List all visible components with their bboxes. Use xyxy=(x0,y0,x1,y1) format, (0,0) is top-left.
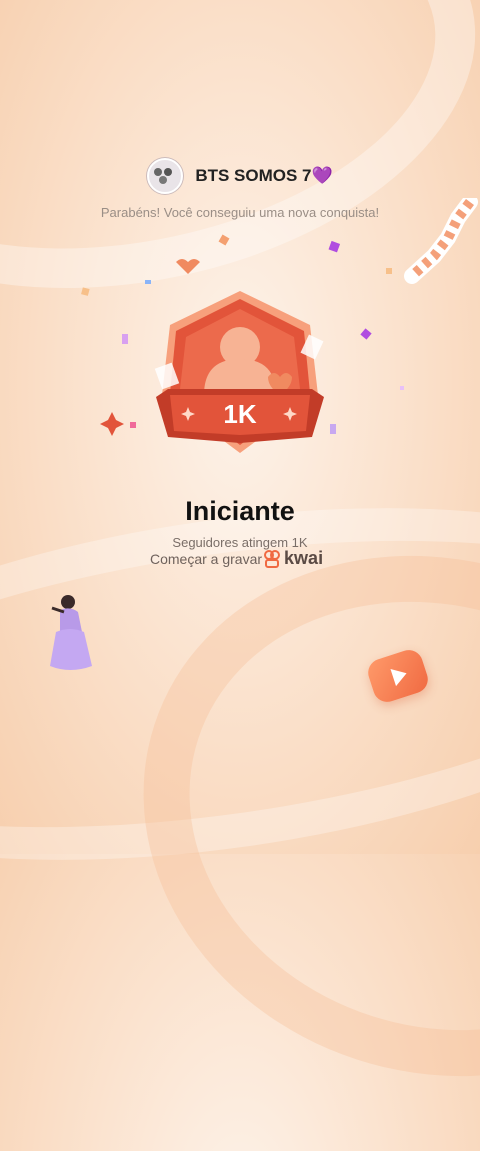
confetti-piece xyxy=(400,386,404,390)
achievement-title: Iniciante xyxy=(185,496,295,526)
achievement-badge: 1K xyxy=(154,291,324,453)
confetti-piece xyxy=(360,328,372,340)
kwai-logo-icon xyxy=(264,549,281,568)
confetti-piece xyxy=(218,234,230,246)
confetti-piece xyxy=(176,259,200,274)
dancer-figure xyxy=(50,595,92,670)
confetti-piece xyxy=(122,334,128,344)
confetti-piece xyxy=(130,422,136,428)
confetti-piece xyxy=(100,412,124,436)
filmstrip-decoration xyxy=(404,198,478,284)
confetti-piece xyxy=(328,240,341,253)
kwai-brand-text: kwai xyxy=(284,548,324,568)
confetti-piece xyxy=(386,268,392,274)
start-recording-label: Começar a gravar xyxy=(150,550,263,567)
badge-label: 1K xyxy=(223,399,256,429)
confetti-piece xyxy=(145,280,151,284)
start-recording-link[interactable]: Começar a gravar kwai xyxy=(150,548,323,569)
confetti-piece xyxy=(81,287,90,296)
